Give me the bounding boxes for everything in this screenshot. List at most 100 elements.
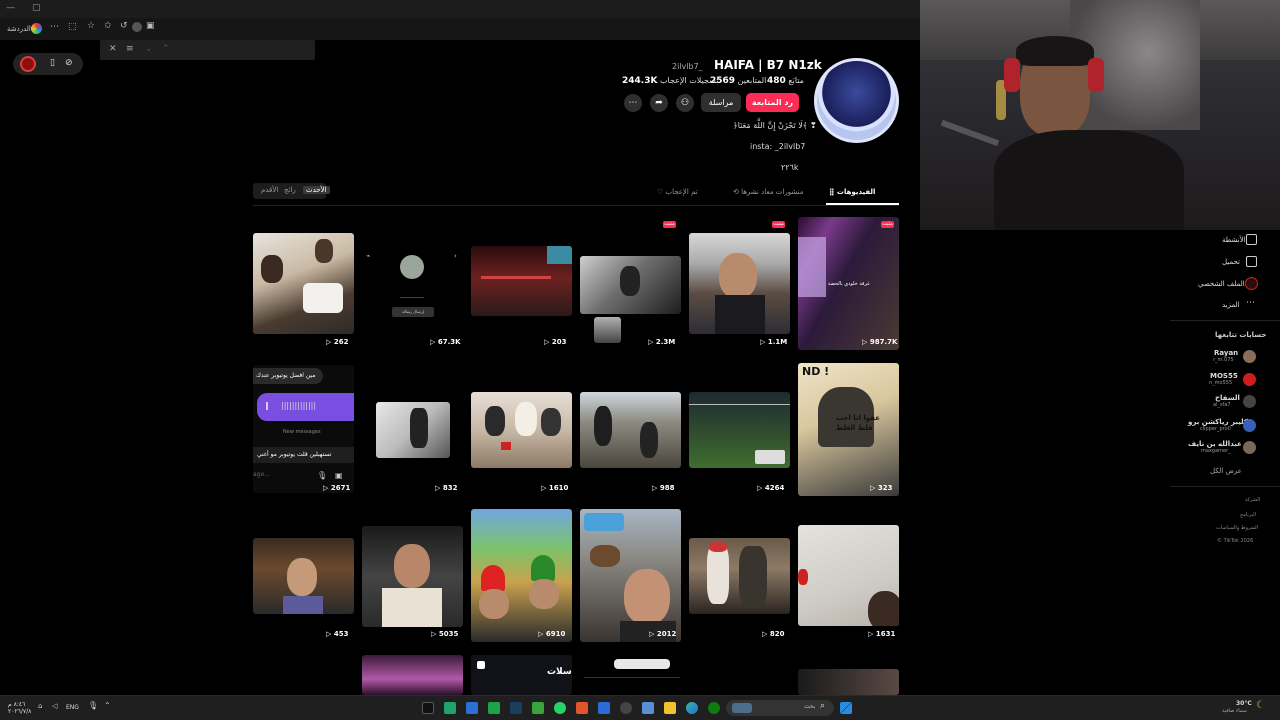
sort-oldest[interactable]: الأقدم bbox=[261, 186, 278, 194]
record-icon[interactable] bbox=[20, 56, 36, 72]
video-thumbnail[interactable] bbox=[798, 525, 899, 626]
video-thumbnail[interactable] bbox=[253, 538, 354, 614]
mail-icon[interactable] bbox=[598, 702, 610, 714]
history-icon[interactable]: ↺ bbox=[120, 21, 128, 31]
video-thumbnail[interactable] bbox=[580, 509, 681, 642]
video-thumbnail[interactable] bbox=[798, 669, 899, 695]
video-thumbnail[interactable] bbox=[362, 526, 463, 627]
share-icon[interactable]: ➦ bbox=[650, 94, 668, 112]
video-thumbnail[interactable]: إرسال رسالة ⌁ › bbox=[362, 249, 463, 321]
video-thumbnail[interactable]: غرفة خلودي بالحضة bbox=[798, 217, 899, 350]
following-stat[interactable]: 480 متابَع bbox=[767, 76, 804, 86]
video-thumbnail[interactable] bbox=[471, 509, 572, 642]
following-account-name[interactable]: MOS55 bbox=[1210, 372, 1238, 380]
tab-reposts[interactable]: ⟲ منشورات معاد نشرها bbox=[733, 188, 803, 196]
video-thumbnail[interactable] bbox=[689, 538, 790, 614]
video-caption-2: عفوا انا احب قلط الغلط bbox=[836, 414, 880, 432]
chevron-up-icon[interactable]: ⌃ bbox=[162, 44, 170, 54]
whatsapp-icon[interactable] bbox=[554, 702, 566, 714]
phone-icon[interactable]: ▯ bbox=[50, 58, 55, 68]
video-thumbnail[interactable] bbox=[376, 402, 450, 458]
more-icon[interactable]: ⋯ bbox=[50, 22, 59, 32]
video-thumbnail[interactable] bbox=[689, 233, 790, 334]
minimize-button[interactable]: — bbox=[6, 3, 15, 13]
app-icon[interactable] bbox=[466, 702, 478, 714]
volume-icon[interactable]: ◁ bbox=[52, 702, 57, 710]
video-thumbnail[interactable] bbox=[580, 392, 681, 468]
play-icon[interactable] bbox=[488, 702, 500, 714]
footer-link[interactable]: البرنامج bbox=[1240, 512, 1256, 518]
refresh-icon[interactable] bbox=[132, 22, 142, 32]
following-account-name[interactable]: كليبر رياكشن برو bbox=[1188, 418, 1248, 426]
star-add-icon[interactable]: ✩ bbox=[104, 21, 112, 31]
collections-icon[interactable]: ▣ bbox=[146, 21, 155, 31]
tab-liked[interactable]: ♡ تم الإعجاب bbox=[657, 188, 698, 196]
sidebar-item-more[interactable]: المزيد bbox=[1222, 301, 1240, 309]
app-icon[interactable] bbox=[532, 702, 544, 714]
sidebar-item-profile[interactable]: الملف الشخصي bbox=[1198, 280, 1245, 288]
profile-avatar[interactable] bbox=[814, 58, 899, 143]
video-views: ▷ 988 bbox=[652, 484, 675, 492]
video-thumbnail[interactable] bbox=[689, 392, 790, 468]
mic-icon[interactable]: 🎙 bbox=[88, 701, 98, 710]
add-friend-icon[interactable]: ⚇ bbox=[676, 94, 694, 112]
chevron-down-icon[interactable]: ⌄ bbox=[145, 44, 153, 54]
pause-icon[interactable]: ⊘ bbox=[65, 58, 73, 68]
avatar[interactable] bbox=[1243, 350, 1256, 363]
avatar[interactable] bbox=[1243, 395, 1256, 408]
footer-link[interactable]: الشروط والسياسات bbox=[1216, 525, 1258, 531]
video-thumbnail[interactable] bbox=[471, 392, 572, 468]
network-icon[interactable]: ⌂ bbox=[38, 702, 42, 710]
see-all-link[interactable]: عرض الكل bbox=[1210, 467, 1242, 475]
sidebar-item-upload[interactable]: تحميل bbox=[1222, 258, 1240, 266]
tiktok-icon[interactable] bbox=[422, 702, 434, 714]
video-thumbnail[interactable] bbox=[580, 256, 681, 314]
windows-start-icon[interactable] bbox=[840, 702, 852, 714]
weather-temp[interactable]: 30°C bbox=[1236, 700, 1252, 707]
chat-label[interactable]: الدردشة bbox=[7, 25, 31, 33]
video-thumbnail[interactable]: ND ! عفوا انا احب قلط الغلط bbox=[798, 363, 899, 496]
avatar[interactable] bbox=[1243, 373, 1256, 386]
sort-popular[interactable]: رائج bbox=[284, 186, 296, 194]
edge-icon[interactable] bbox=[686, 702, 698, 714]
video-caption: ND ! bbox=[802, 365, 830, 378]
more-options-icon[interactable]: ⋯ bbox=[624, 94, 642, 112]
sort-latest[interactable]: الأحدث bbox=[303, 186, 330, 194]
store-icon[interactable] bbox=[642, 702, 654, 714]
maximize-button[interactable]: ▢ bbox=[32, 3, 41, 13]
video-thumbnail[interactable] bbox=[253, 233, 354, 334]
brave-icon[interactable] bbox=[576, 702, 588, 714]
video-thumbnail[interactable]: سلات bbox=[471, 655, 572, 695]
video-thumbnail[interactable]: مين افضل يوتيوبر عندك ‖ ||||||||||||| Ne… bbox=[253, 365, 354, 493]
sidebar-item-activity[interactable]: الأنشطة bbox=[1222, 236, 1246, 244]
tab-videos[interactable]: ⣿ الفيديوهات bbox=[829, 188, 875, 196]
following-account-name[interactable]: Rayan bbox=[1214, 349, 1238, 357]
avatar[interactable] bbox=[1243, 441, 1256, 454]
avatar[interactable] bbox=[1243, 419, 1256, 432]
file-explorer-icon[interactable] bbox=[664, 702, 676, 714]
video-thumbnail[interactable] bbox=[580, 655, 681, 695]
xbox-icon[interactable] bbox=[708, 702, 720, 714]
chevron-up-icon[interactable]: ⌃ bbox=[104, 701, 111, 710]
app-icon[interactable] bbox=[444, 702, 456, 714]
close-icon[interactable]: ✕ bbox=[109, 44, 117, 54]
chat-bubble: مين افضل يوتيوبر عندك bbox=[253, 368, 323, 384]
weather-moon-icon: ☾ bbox=[1256, 700, 1265, 711]
message-button[interactable]: مراسلة bbox=[701, 93, 741, 112]
filter-icon[interactable]: ≡ bbox=[126, 44, 134, 54]
following-account-name[interactable]: السفاح bbox=[1215, 394, 1240, 402]
favorites-icon[interactable]: ☆ bbox=[87, 21, 95, 31]
obs-icon[interactable] bbox=[620, 702, 632, 714]
likes-label: تسجيلات الإعجاب bbox=[660, 76, 719, 85]
clock[interactable]: ٨:٤٦ م ٢٠٢٦/٧/٨ bbox=[8, 701, 31, 715]
search-input[interactable]: بحث ⌕ bbox=[726, 700, 834, 716]
puzzle-icon[interactable]: ⬚ bbox=[68, 22, 77, 32]
steam-icon[interactable] bbox=[510, 702, 522, 714]
video-thumbnail[interactable] bbox=[362, 655, 463, 695]
following-account-name[interactable]: عبدالله بن نايف bbox=[1188, 440, 1242, 448]
video-thumbnail[interactable] bbox=[471, 246, 572, 316]
language-indicator[interactable]: ENG bbox=[66, 704, 79, 711]
footer-link[interactable]: الشركة bbox=[1245, 497, 1260, 503]
copilot-icon[interactable] bbox=[31, 23, 42, 34]
follow-back-button[interactable]: رد المتابعة bbox=[746, 93, 799, 112]
